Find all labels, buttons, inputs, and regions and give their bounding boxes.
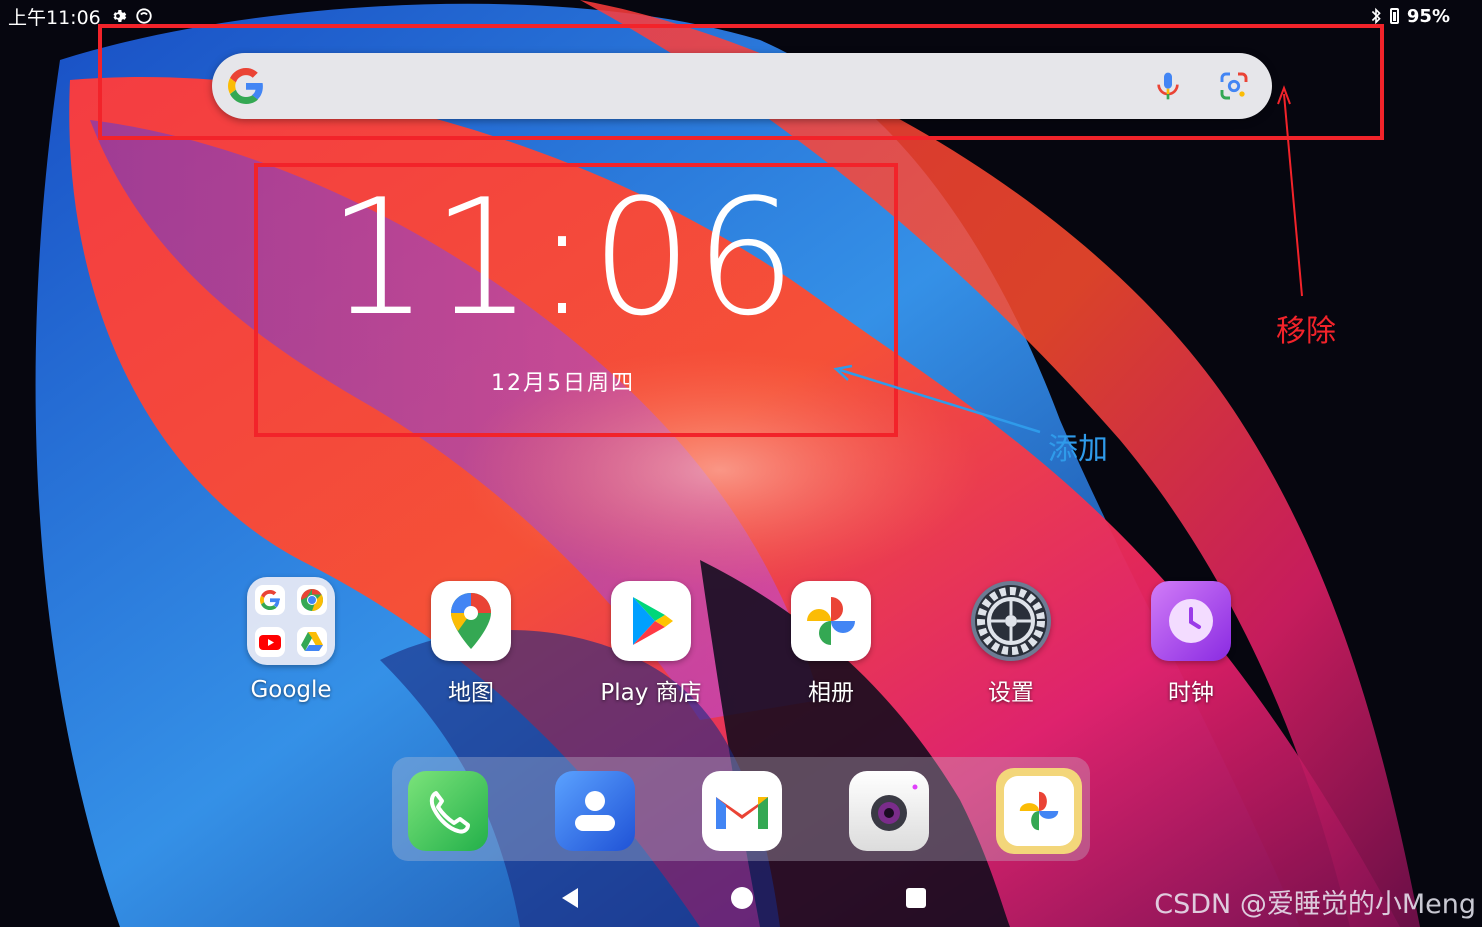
settings-gear-icon bbox=[971, 581, 1051, 661]
gmail-icon[interactable] bbox=[702, 771, 782, 851]
gear-icon bbox=[113, 10, 127, 22]
app-settings[interactable]: 设置 bbox=[936, 581, 1086, 707]
photos-icon bbox=[791, 581, 871, 661]
app-maps[interactable]: 地图 bbox=[396, 581, 546, 707]
status-time: 上午11:06 bbox=[8, 6, 101, 29]
contacts-icon[interactable] bbox=[555, 771, 635, 851]
camera-icon[interactable] bbox=[849, 771, 929, 851]
app-label: Google bbox=[250, 677, 332, 703]
app-label: Play 商店 bbox=[600, 680, 702, 706]
app-label: 时钟 bbox=[1168, 680, 1214, 706]
google-folder-icon bbox=[247, 577, 335, 665]
app-clock[interactable]: 时钟 bbox=[1116, 581, 1266, 707]
annotation-remove-label: 移除 bbox=[1276, 314, 1336, 349]
battery-icon bbox=[1389, 8, 1399, 24]
back-icon[interactable] bbox=[558, 886, 582, 910]
watermark: CSDN @爱睡觉的小Meng bbox=[1154, 889, 1476, 920]
annotation-box-add bbox=[254, 163, 898, 437]
recents-icon[interactable] bbox=[906, 888, 926, 908]
maps-icon bbox=[431, 581, 511, 661]
app-label: 设置 bbox=[988, 680, 1034, 706]
annotation-box-remove bbox=[98, 24, 1384, 140]
app-photos[interactable]: 相册 bbox=[756, 581, 906, 707]
phone-icon[interactable] bbox=[408, 771, 488, 851]
photos-icon[interactable] bbox=[996, 768, 1082, 854]
annotation-add-label: 添加 bbox=[1048, 432, 1108, 467]
app-google-folder[interactable]: Google bbox=[216, 577, 366, 703]
play-store-icon bbox=[611, 581, 691, 661]
dock bbox=[392, 757, 1090, 861]
clock-icon bbox=[1151, 581, 1231, 661]
battery-percent: 95% bbox=[1406, 5, 1450, 27]
sync-icon bbox=[136, 8, 152, 24]
bluetooth-icon bbox=[1371, 7, 1381, 25]
app-label: 相册 bbox=[808, 680, 854, 706]
home-icon[interactable] bbox=[731, 887, 753, 909]
app-label: 地图 bbox=[448, 680, 494, 706]
app-play-store[interactable]: Play 商店 bbox=[576, 581, 726, 707]
